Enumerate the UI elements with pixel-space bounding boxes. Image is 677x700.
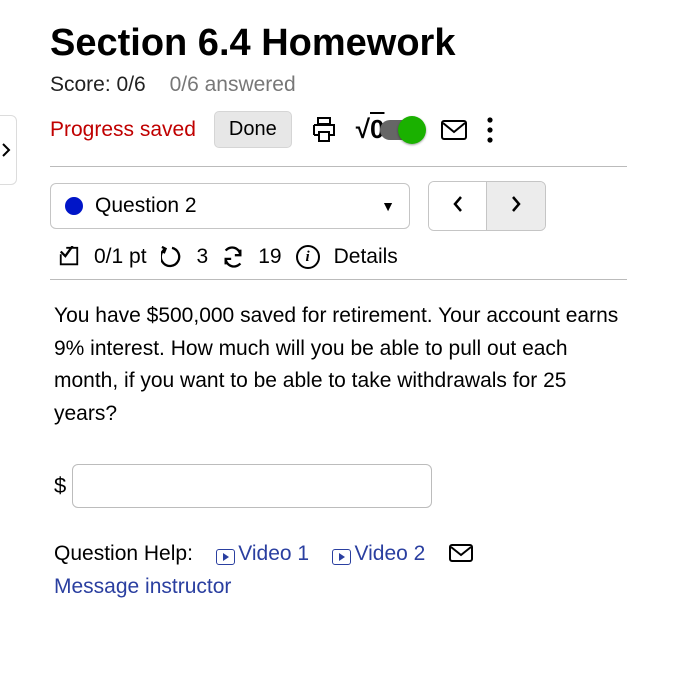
retry-icon	[161, 246, 183, 268]
answer-input[interactable]	[72, 464, 432, 508]
help-row: Question Help: Video 1 Video 2 Message i…	[54, 538, 623, 603]
message-instructor-link[interactable]: Message instructor	[54, 571, 623, 604]
divider	[50, 279, 627, 280]
regen-label: 19	[258, 245, 281, 269]
score-label: Score: 0/6	[50, 73, 146, 96]
more-menu-icon[interactable]	[486, 116, 494, 144]
page-title: Section 6.4 Homework	[50, 22, 627, 65]
prev-question-button[interactable]	[429, 182, 487, 230]
play-icon	[216, 549, 235, 565]
done-button[interactable]: Done	[214, 111, 292, 148]
toggle-switch	[380, 120, 422, 140]
print-icon[interactable]	[310, 117, 338, 143]
toolbar: Progress saved Done √0	[50, 111, 627, 148]
question-meta: 0/1 pt 3 19 i Details	[50, 245, 627, 269]
divider	[50, 166, 627, 167]
next-question-button[interactable]	[487, 182, 545, 230]
retries-label: 3	[197, 245, 209, 269]
current-question-label: Question 2	[95, 194, 197, 218]
expand-panel-tab[interactable]	[0, 115, 17, 185]
chevron-down-icon: ▼	[381, 198, 395, 214]
play-icon	[332, 549, 351, 565]
answer-row: $	[54, 464, 623, 508]
video2-link[interactable]: Video 2	[332, 542, 425, 565]
status-dot-icon	[65, 197, 83, 215]
help-label: Question Help:	[54, 542, 193, 565]
progress-saved-label: Progress saved	[50, 118, 196, 142]
equation-editor-toggle[interactable]: √0	[356, 114, 423, 145]
mail-icon[interactable]	[440, 119, 468, 141]
chevron-right-icon	[509, 195, 523, 213]
video1-link[interactable]: Video 1	[216, 542, 309, 565]
details-link[interactable]: Details	[334, 245, 398, 269]
chevron-right-icon	[1, 143, 11, 157]
regen-icon	[222, 246, 244, 268]
info-icon[interactable]: i	[296, 245, 320, 269]
chevron-left-icon	[451, 195, 465, 213]
score-row: Score: 0/6 0/6 answered	[50, 73, 627, 97]
question-nav: Question 2 ▼	[50, 181, 627, 231]
checkbox-icon	[58, 246, 80, 268]
question-text: You have $500,000 saved for retirement. …	[54, 300, 623, 430]
currency-prefix: $	[54, 473, 66, 499]
question-selector[interactable]: Question 2 ▼	[50, 183, 410, 229]
answered-label: 0/6 answered	[170, 73, 296, 96]
nav-buttons	[428, 181, 546, 231]
message-mail-icon[interactable]	[449, 544, 473, 562]
points-label: 0/1 pt	[94, 245, 147, 269]
